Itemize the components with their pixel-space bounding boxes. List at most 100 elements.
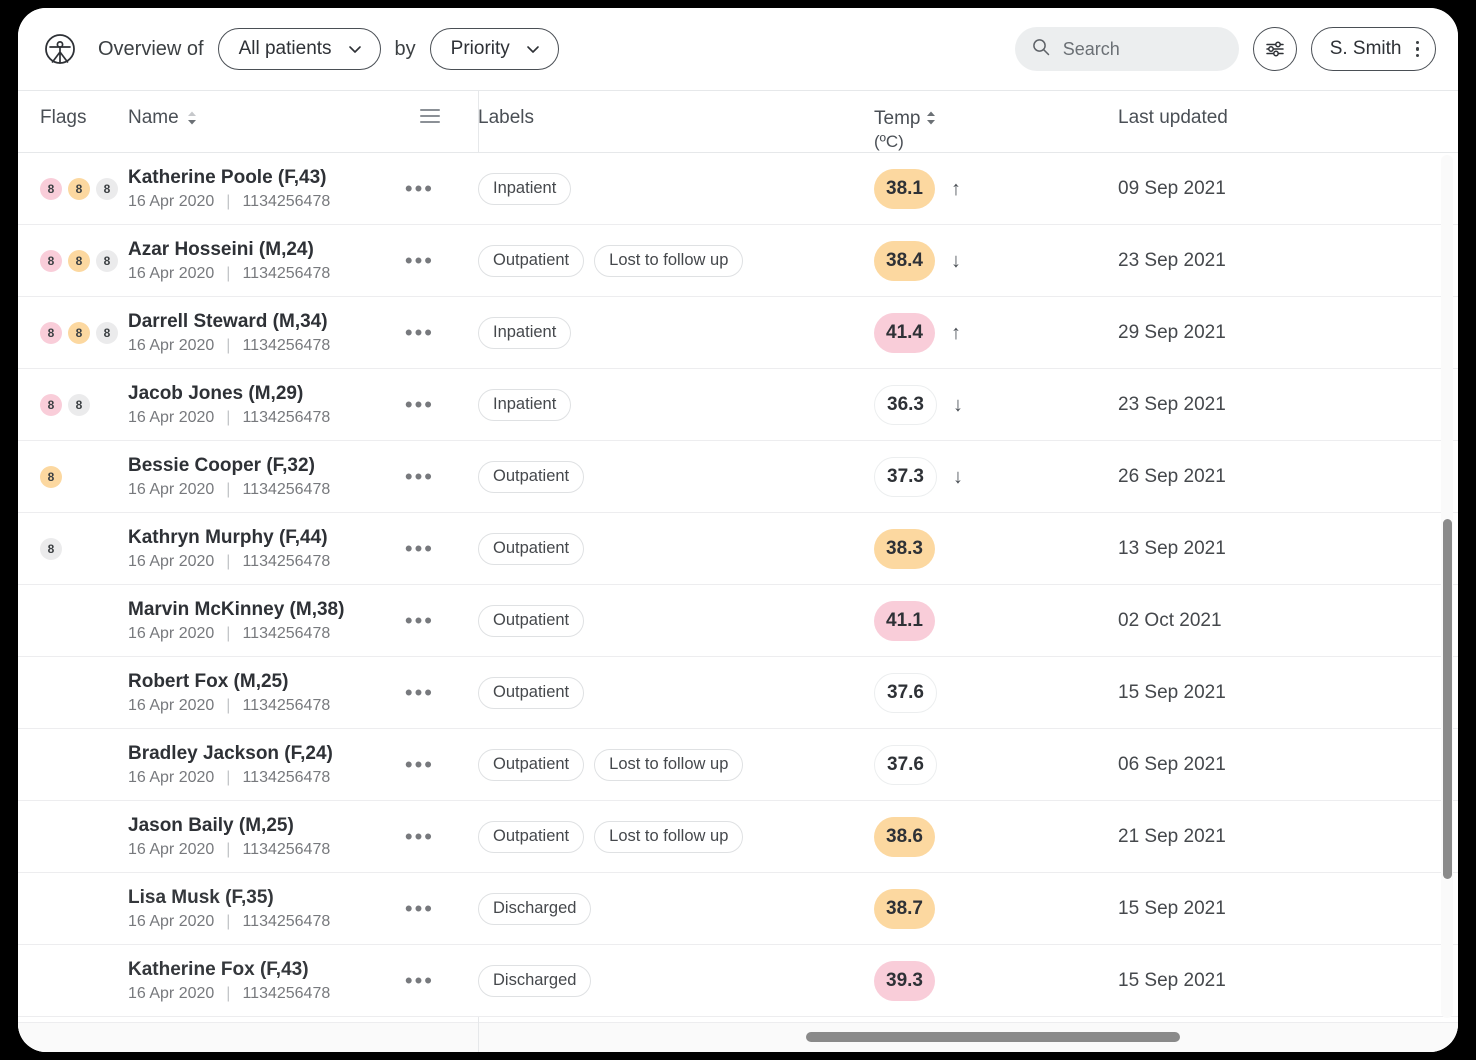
sort-by-select[interactable]: Priority	[429, 28, 559, 70]
row-ellipsis-icon[interactable]: •••	[405, 825, 434, 848]
patient-meta: 16 Apr 2020 | 1134256478	[128, 193, 330, 211]
patient-name-block: Jason Baily (M,25) 16 Apr 2020 | 1134256478	[128, 815, 330, 859]
user-menu-button[interactable]: S. Smith	[1310, 27, 1436, 71]
row-ellipsis-icon[interactable]: •••	[405, 321, 434, 344]
kebab-menu-icon[interactable]	[1412, 39, 1424, 60]
horizontal-scrollbar-thumb[interactable]	[806, 1032, 1180, 1042]
row-ellipsis-icon[interactable]: •••	[405, 393, 434, 416]
label-chip[interactable]: Discharged	[478, 964, 592, 997]
sort-arrows-icon[interactable]	[926, 107, 936, 125]
table-row[interactable]: 8 8 Jacob Jones (M,29) 16 Apr 2020 | 11342564…	[18, 369, 1458, 441]
flag-badge-grey[interactable]: 8	[96, 249, 118, 272]
temp-wrapper: 37.6	[874, 672, 937, 713]
label-chip[interactable]: Outpatient	[478, 460, 585, 493]
sliders-filter-icon	[1265, 41, 1284, 57]
label-chip[interactable]: Inpatient	[478, 316, 572, 349]
label-chip[interactable]: Discharged	[478, 892, 592, 925]
flag-badge-grey[interactable]: 8	[96, 177, 118, 200]
label-chip[interactable]: Outpatient	[478, 820, 585, 853]
table-row[interactable]: Marvin McKinney (M,38) 16 Apr 2020 | 113425…	[18, 585, 1458, 657]
vertical-scrollbar-thumb[interactable]	[1443, 519, 1452, 879]
meta-divider: |	[226, 192, 231, 210]
row-ellipsis-icon[interactable]: •••	[405, 249, 434, 272]
table-row[interactable]: 8 Bessie Cooper (F,32) 16 Apr 2020 | 1134256…	[18, 441, 1458, 513]
flag-badge-grey[interactable]: 8	[68, 393, 90, 416]
table-row[interactable]: 8 8 8 Darrell Steward (M,34) 16 Apr 2020 | 113…	[18, 297, 1458, 369]
row-ellipsis-icon[interactable]: •••	[405, 897, 434, 920]
row-ellipsis-icon[interactable]: •••	[405, 537, 434, 560]
row-name-cell[interactable]: Darrell Steward (M,34) 16 Apr 2020 | 113425…	[128, 297, 458, 368]
flag-badge-grey[interactable]: 8	[40, 537, 62, 560]
label-chip[interactable]: Lost to follow up	[594, 820, 744, 853]
flag-badge-grey[interactable]: 8	[96, 321, 118, 344]
label-chip[interactable]: Lost to follow up	[594, 748, 744, 781]
row-name-cell[interactable]: Azar Hosseini (M,24) 16 Apr 2020 | 11342564…	[128, 225, 458, 296]
row-name-cell[interactable]: Jason Baily (M,25) 16 Apr 2020 | 1134256478…	[128, 801, 458, 872]
scope-select[interactable]: All patients	[217, 28, 381, 70]
table-row[interactable]: 8 8 8 Katherine Poole (F,43) 16 Apr 2020 | 113…	[18, 153, 1458, 225]
row-ellipsis-icon[interactable]: •••	[405, 681, 434, 704]
row-updated-cell: 15 Sep 2021	[1098, 873, 1458, 944]
flag-badge-pink[interactable]: 8	[40, 393, 62, 416]
temp-pill: 38.6	[874, 816, 935, 857]
table-row[interactable]: Lisa Musk (F,35) 16 Apr 2020 | 1134256478 ••…	[18, 873, 1458, 945]
flag-badge-orange[interactable]: 8	[68, 321, 90, 344]
patients-table: Flags Name Labels Temp (ºC) Last updated…	[18, 90, 1458, 1052]
label-chip[interactable]: Inpatient	[478, 172, 572, 205]
column-header-temp[interactable]: Temp (ºC)	[788, 107, 1098, 152]
row-updated-cell: 02 Oct 2021	[1098, 585, 1458, 656]
patient-name: Robert Fox (M,25)	[128, 670, 289, 692]
row-ellipsis-icon[interactable]: •••	[405, 753, 434, 776]
column-menu-icon[interactable]	[420, 109, 440, 123]
flag-badge-orange[interactable]: 8	[68, 249, 90, 272]
row-temp-cell: 36.3 ↓	[788, 369, 1098, 440]
row-ellipsis-icon[interactable]: •••	[405, 177, 434, 200]
label-chip[interactable]: Outpatient	[478, 676, 585, 709]
search-icon	[1031, 37, 1051, 62]
table-row[interactable]: Jason Baily (M,25) 16 Apr 2020 | 1134256478…	[18, 801, 1458, 873]
label-chip[interactable]: Outpatient	[478, 748, 585, 781]
label-chip[interactable]: Inpatient	[478, 388, 572, 421]
row-ellipsis-icon[interactable]: •••	[405, 465, 434, 488]
meta-divider: |	[226, 480, 231, 498]
label-chip[interactable]: Outpatient	[478, 604, 585, 637]
row-name-cell[interactable]: Bradley Jackson (F,24) 16 Apr 2020 | 113425…	[128, 729, 458, 800]
row-ellipsis-icon[interactable]: •••	[405, 969, 434, 992]
last-updated-value: 29 Sep 2021	[1118, 321, 1226, 343]
row-ellipsis-icon[interactable]: •••	[405, 609, 434, 632]
flag-badge-pink[interactable]: 8	[40, 249, 62, 272]
column-header-name[interactable]: Name	[128, 107, 458, 129]
row-labels-cell: Inpatient	[458, 297, 788, 368]
table-row[interactable]: Katherine Fox (F,43) 16 Apr 2020 | 11342564…	[18, 945, 1458, 1017]
flag-badge-orange[interactable]: 8	[40, 465, 62, 488]
patient-name: Kathryn Murphy (F,44)	[128, 526, 328, 548]
flag-badge-orange[interactable]: 8	[68, 177, 90, 200]
search-box[interactable]	[1014, 27, 1239, 71]
patient-id: 1134256478	[242, 912, 331, 930]
row-name-cell[interactable]: Lisa Musk (F,35) 16 Apr 2020 | 1134256478 ••…	[128, 873, 458, 944]
label-chip[interactable]: Outpatient	[478, 532, 585, 565]
horizontal-scrollbar-track[interactable]	[18, 1022, 1458, 1052]
row-name-cell[interactable]: Robert Fox (M,25) 16 Apr 2020 | 1134256478 •…	[128, 657, 458, 728]
filter-settings-button[interactable]	[1252, 27, 1297, 71]
row-name-cell[interactable]: Katherine Fox (F,43) 16 Apr 2020 | 11342564…	[128, 945, 458, 1016]
row-name-cell[interactable]: Bessie Cooper (F,32) 16 Apr 2020 | 11342564…	[128, 441, 458, 512]
table-row[interactable]: Robert Fox (M,25) 16 Apr 2020 | 1134256478 •…	[18, 657, 1458, 729]
meta-divider: |	[226, 408, 231, 426]
label-chip[interactable]: Outpatient	[478, 244, 585, 277]
sort-arrows-icon[interactable]	[187, 107, 197, 125]
row-name-cell[interactable]: Katherine Poole (F,43) 16 Apr 2020 | 113425…	[128, 153, 458, 224]
flag-badge-pink[interactable]: 8	[40, 177, 62, 200]
search-input[interactable]	[1062, 38, 1223, 60]
temp-pill: 38.4	[874, 240, 935, 281]
temp-wrapper: 39.3	[874, 960, 935, 1001]
flag-badge-pink[interactable]: 8	[40, 321, 62, 344]
label-chip[interactable]: Lost to follow up	[594, 244, 744, 277]
patient-name: Azar Hosseini (M,24)	[128, 238, 314, 260]
table-row[interactable]: 8 Kathryn Murphy (F,44) 16 Apr 2020 | 113425…	[18, 513, 1458, 585]
table-row[interactable]: 8 8 8 Azar Hosseini (M,24) 16 Apr 2020 | 11342…	[18, 225, 1458, 297]
row-name-cell[interactable]: Marvin McKinney (M,38) 16 Apr 2020 | 113425…	[128, 585, 458, 656]
table-row[interactable]: Bradley Jackson (F,24) 16 Apr 2020 | 113425…	[18, 729, 1458, 801]
row-name-cell[interactable]: Jacob Jones (M,29) 16 Apr 2020 | 1134256478…	[128, 369, 458, 440]
row-name-cell[interactable]: Kathryn Murphy (F,44) 16 Apr 2020 | 1134256…	[128, 513, 458, 584]
